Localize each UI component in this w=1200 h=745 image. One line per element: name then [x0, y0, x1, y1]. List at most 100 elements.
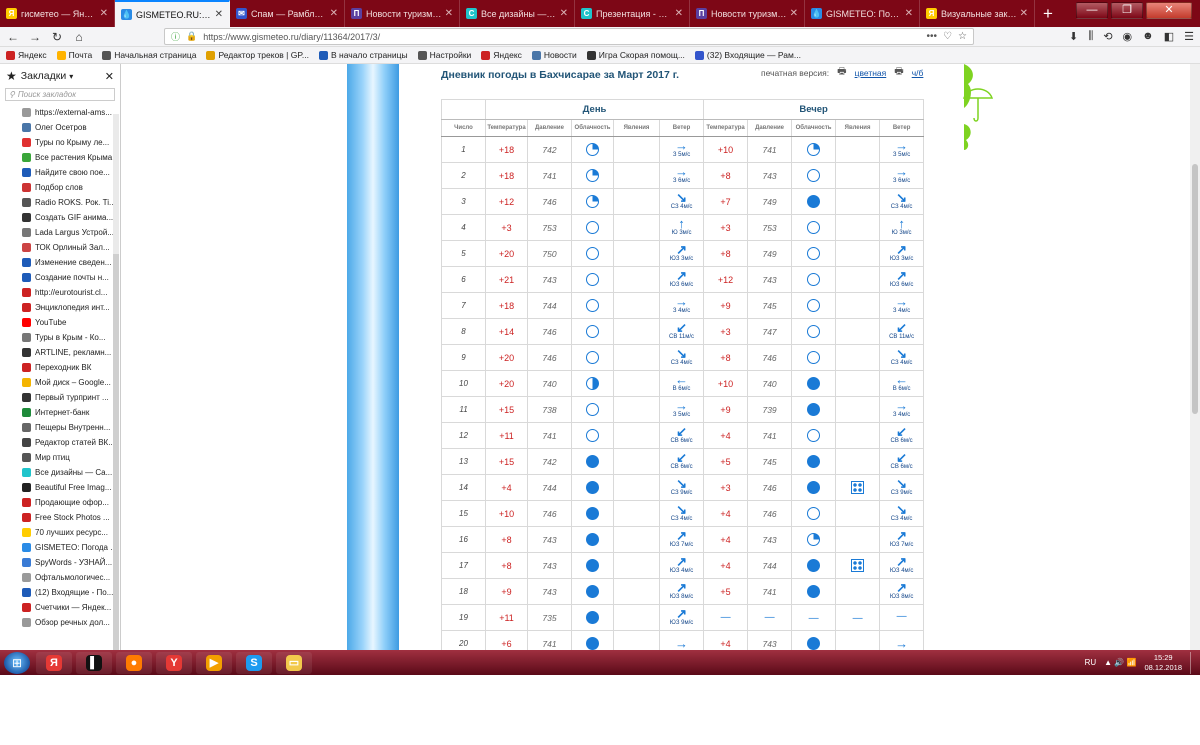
sidebar-bookmark-item[interactable]: Создание почты н... [22, 270, 120, 285]
sidebar-bookmark-item[interactable]: Счетчики — Яндек... [22, 600, 120, 615]
sidebar-dropdown-icon[interactable]: ▾ [69, 72, 73, 81]
library-icon[interactable]: ⫼ [1088, 30, 1093, 43]
sidebar-bookmark-item[interactable]: Редактор статей ВК... [22, 435, 120, 450]
close-icon[interactable]: ✕ [1020, 8, 1028, 19]
browser-tab[interactable]: Ягисметео — Яндекс: н✕ [0, 0, 115, 27]
sidebar-bookmark-item[interactable]: GISMETEO: Погода ... [22, 540, 120, 555]
sidebar-bookmark-item[interactable]: https://external-ams... [22, 105, 120, 120]
close-icon[interactable]: ✕ [905, 8, 913, 19]
taskbar-app-button[interactable]: ● [116, 651, 152, 674]
browser-tab[interactable]: Я Визуальные закладки✕ [920, 0, 1035, 27]
sync-icon[interactable]: ⟲ [1103, 30, 1112, 43]
sidebar-bookmark-item[interactable]: Все дизайны — Ca... [22, 465, 120, 480]
sidebar-bookmark-item[interactable]: Free Stock Photos ... [22, 510, 120, 525]
bookmark-item[interactable]: Почта [56, 50, 92, 60]
browser-tab[interactable]: C Все дизайны — Canva✕ [460, 0, 575, 27]
sidebar-toggle-icon[interactable]: ◧ [1164, 30, 1174, 43]
page-actions-icon[interactable]: ••• [927, 31, 938, 42]
print-color-link[interactable]: цветная [855, 68, 887, 78]
sidebar-bookmark-item[interactable]: Изменение сведен... [22, 255, 120, 270]
back-icon[interactable]: ← [6, 30, 20, 44]
sidebar-bookmark-item[interactable]: Radio ROKS. Рок. Ti... [22, 195, 120, 210]
info-icon[interactable]: ⓘ [171, 30, 180, 43]
tray-icons[interactable]: ▲ 🔊 📶 [1104, 658, 1136, 667]
sidebar-bookmark-item[interactable]: Туры по Крыму ле... [22, 135, 120, 150]
sidebar-bookmark-item[interactable]: Подбор слов [22, 180, 120, 195]
close-icon[interactable]: ✕ [445, 8, 453, 19]
clock[interactable]: 15:29 08.12.2018 [1144, 653, 1182, 673]
sidebar-bookmark-item[interactable]: Туры в Крым - Ко... [22, 330, 120, 345]
sidebar-bookmark-item[interactable]: Пещеры Внутренн... [22, 420, 120, 435]
browser-tab[interactable]: 💧 GISMETEO.RU: Gismeteo✕ [115, 0, 230, 27]
sidebar-bookmark-item[interactable]: Продающие офор... [22, 495, 120, 510]
close-icon[interactable]: ✕ [675, 8, 683, 19]
sidebar-bookmark-item[interactable]: Найдите свою пое... [22, 165, 120, 180]
bookmark-item[interactable]: В начало страницы [319, 50, 408, 60]
close-icon[interactable]: ✕ [790, 8, 798, 19]
browser-tab[interactable]: П Новости туризма - кр✕ [690, 0, 805, 27]
browser-tab[interactable]: C Презентация - С 8 Ма✕ [575, 0, 690, 27]
sidebar-bookmark-item[interactable]: Все растения Крыма [22, 150, 120, 165]
menu-icon[interactable]: ☰ [1184, 30, 1194, 43]
address-bar[interactable]: ⓘ 🔒 https://www.gismeteo.ru/diary/11364/… [164, 28, 974, 45]
new-tab-button[interactable]: + [1035, 0, 1061, 27]
taskbar-app-button[interactable]: Я [36, 651, 72, 674]
bookmark-item[interactable]: (32) Входящие — Рам... [694, 50, 801, 60]
sidebar-bookmark-item[interactable]: Создать GIF анима... [22, 210, 120, 225]
start-button[interactable]: ⊞ [4, 651, 30, 674]
reload-icon[interactable]: ↻ [50, 30, 64, 44]
sidebar-bookmark-item[interactable]: ARTLINE, рекламн... [22, 345, 120, 360]
taskbar-app-button[interactable]: ▭ [276, 651, 312, 674]
sidebar-bookmark-item[interactable]: Первый турпринт ... [22, 390, 120, 405]
minimize-button[interactable]: — [1076, 2, 1108, 19]
browser-tab[interactable]: П Новости туризма - кр✕ [345, 0, 460, 27]
sidebar-bookmark-item[interactable]: SpyWords - УЗНАЙ... [22, 555, 120, 570]
sidebar-bookmark-item[interactable]: Мир птиц [22, 450, 120, 465]
extension-icon[interactable]: ◉ [1123, 30, 1133, 43]
bookmark-search-input[interactable]: ⚲ Поиск закладок [5, 88, 115, 101]
close-icon[interactable]: ✕ [100, 8, 108, 19]
language-indicator[interactable]: RU [1085, 658, 1097, 667]
browser-tab[interactable]: ✉ Спам — Рамблер/по✕ [230, 0, 345, 27]
sidebar-bookmark-item[interactable]: Lada Largus Устрой... [22, 225, 120, 240]
bookmark-star-icon[interactable]: ☆ [958, 31, 967, 42]
maximize-button[interactable]: ❐ [1111, 2, 1143, 19]
bookmark-item[interactable]: Настройки [417, 50, 471, 60]
sidebar-bookmark-item[interactable]: Интернет-банк [22, 405, 120, 420]
bookmark-item[interactable]: Редактор треков | GP... [206, 50, 309, 60]
sidebar-bookmark-item[interactable]: YouTube [22, 315, 120, 330]
taskbar-app-button[interactable]: ▶ [196, 651, 232, 674]
sidebar-bookmark-item[interactable]: Переходник ВК [22, 360, 120, 375]
sidebar-bookmark-item[interactable]: Мой диск – Google... [22, 375, 120, 390]
bookmark-item[interactable]: Яндекс [6, 50, 47, 60]
close-window-button[interactable]: ✕ [1146, 2, 1192, 19]
show-desktop-button[interactable] [1190, 651, 1196, 674]
taskbar-app-button[interactable]: Y [156, 651, 192, 674]
bookmark-item[interactable]: Игра Скорая помощ... [586, 50, 685, 60]
sidebar-bookmark-item[interactable]: Энциклопедия инт... [22, 300, 120, 315]
home-icon[interactable]: ⌂ [72, 30, 86, 44]
taskbar-app-button[interactable]: S [236, 651, 272, 674]
taskbar-app-button[interactable]: ▌ [76, 651, 112, 674]
page-scrollbar[interactable] [1190, 64, 1200, 650]
page-scroll-thumb[interactable] [1192, 164, 1198, 414]
sidebar-scroll-thumb[interactable] [113, 254, 119, 684]
print-bw-link[interactable]: ч/б [912, 68, 924, 78]
bookmark-item[interactable]: Начальная страница [102, 50, 196, 60]
sidebar-bookmark-item[interactable]: Beautiful Free Imag... [22, 480, 120, 495]
bookmark-item[interactable]: Яндекс [481, 50, 522, 60]
bookmark-item[interactable]: Новости [531, 50, 577, 60]
close-icon[interactable]: ✕ [105, 70, 114, 83]
sidebar-bookmark-item[interactable]: Обзор речных дол... [22, 615, 120, 630]
pocket-icon[interactable]: ♡ [943, 31, 952, 42]
close-icon[interactable]: ✕ [560, 8, 568, 19]
url-text[interactable]: https://www.gismeteo.ru/diary/11364/2017… [203, 32, 920, 42]
account-icon[interactable]: ☻ [1142, 30, 1154, 43]
downloads-icon[interactable]: ⬇ [1069, 30, 1078, 43]
sidebar-bookmark-item[interactable]: (12) Входящие - По... [22, 585, 120, 600]
sidebar-title[interactable]: Закладки [21, 70, 66, 82]
sidebar-bookmark-item[interactable]: Офтальмологичес... [22, 570, 120, 585]
sidebar-scrollbar[interactable] [113, 114, 119, 684]
browser-tab[interactable]: 💧 GISMETEO: Погода в✕ [805, 0, 920, 27]
sidebar-bookmark-item[interactable]: http://eurotourist.cl... [22, 285, 120, 300]
